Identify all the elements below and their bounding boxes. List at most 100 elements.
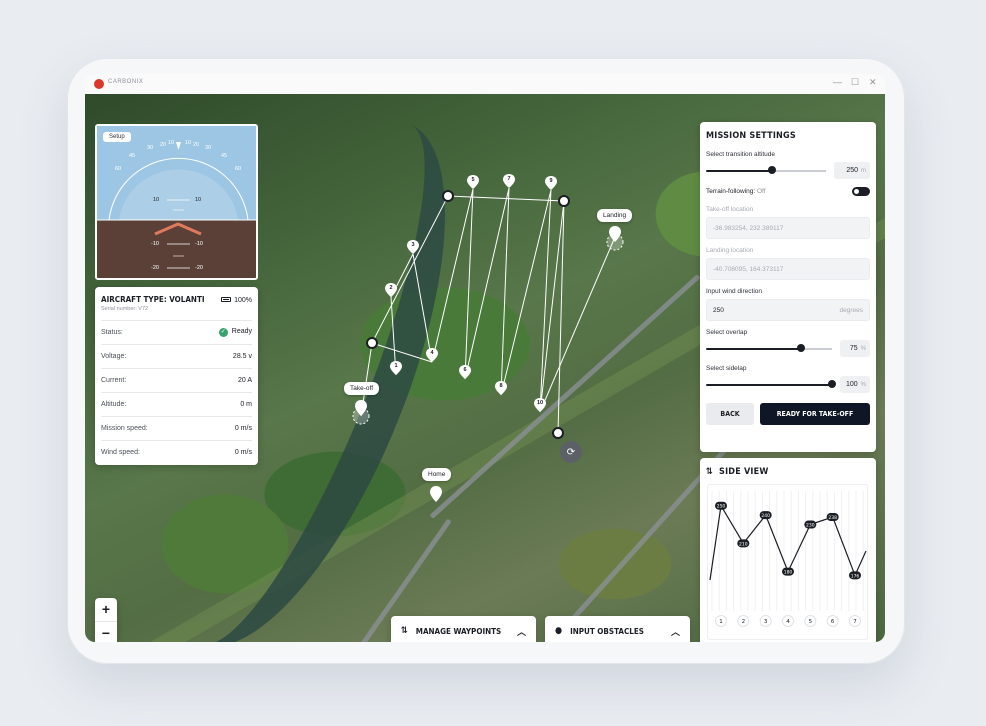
app-logo-icon xyxy=(94,79,104,89)
aircraft-stat-row: Altitude: 0 m xyxy=(101,392,252,416)
landing-location-label: Landing location xyxy=(706,247,754,254)
waypoint-corner[interactable] xyxy=(366,337,378,349)
stat-label: Mission speed: xyxy=(101,425,148,432)
battery-level: 100% xyxy=(234,297,252,304)
roll-tick: 20 xyxy=(193,142,200,148)
window-titlebar: CARBONIX — ☐ ✕ xyxy=(85,74,885,94)
pitch-label: -10 xyxy=(151,241,159,247)
waypoint-pin[interactable]: 4 xyxy=(426,348,438,362)
takeoff-location-field[interactable]: -36.983254, 232.389117 xyxy=(706,217,870,239)
app-screen: CARBONIX — ☐ ✕ ⟳ 1 2 3 4 5 6 7 8 9 10 Ta… xyxy=(85,74,885,642)
sidelap-value[interactable]: 100% xyxy=(840,376,870,393)
overlap-label: Select overlap xyxy=(706,329,748,336)
slider-knob[interactable] xyxy=(796,344,805,352)
altitude-point: 230 xyxy=(804,520,817,529)
takeoff-label: Take-off xyxy=(344,382,380,395)
waypoint-pin[interactable]: 2 xyxy=(385,283,397,297)
landing-label: Landing xyxy=(597,209,633,222)
slider-knob[interactable] xyxy=(828,380,836,388)
terrain-following-label: Terrain-following: xyxy=(706,188,756,195)
aircraft-info-panel: AIRCRAFT TYPE: VOLANTI Serial number: V7… xyxy=(95,287,258,465)
x-tick-label: 7 xyxy=(853,619,857,625)
waypoint-number: 4 xyxy=(430,350,434,356)
x-tick: 6 xyxy=(826,615,839,627)
close-button[interactable]: ✕ xyxy=(869,77,877,88)
input-obstacles-label: INPUT OBSTACLES xyxy=(570,626,644,636)
maximize-button[interactable]: ☐ xyxy=(851,77,859,88)
aircraft-stat-row: Current: 20 A xyxy=(101,368,252,392)
roll-tick: 45 xyxy=(221,153,228,159)
waypoint-number: 9 xyxy=(549,178,553,184)
attitude-indicator: Setup 30 20 10 10 20 30 60 45 45 60 10 1… xyxy=(95,124,258,280)
waypoint-corner[interactable] xyxy=(558,195,570,207)
ready-for-takeoff-button[interactable]: READY FOR TAKE-OFF xyxy=(760,403,870,425)
stat-value: 28.5 v xyxy=(233,353,252,360)
chart-icon: ⇅ xyxy=(706,467,713,477)
transition-altitude-value[interactable]: 250 m xyxy=(834,162,870,179)
roll-tick: 10 xyxy=(168,140,175,146)
stat-value-text: 0 m/s xyxy=(234,449,252,456)
home-pin-icon[interactable] xyxy=(430,486,442,502)
setup-button[interactable]: Setup xyxy=(103,132,131,142)
takeoff-pin-icon[interactable] xyxy=(355,400,367,416)
waypoint-corner[interactable] xyxy=(552,427,564,439)
landing-location-field[interactable]: -40.708095, 164.373117 xyxy=(706,258,870,280)
sidelap-slider[interactable] xyxy=(706,380,836,388)
roll-tick: 30 xyxy=(147,145,154,151)
manage-waypoints-button[interactable]: ⇅ MANAGE WAYPOINTS ︿ xyxy=(391,616,536,642)
waypoint-pin[interactable]: 6 xyxy=(459,365,471,379)
alert-icon: ● xyxy=(555,626,563,636)
wind-direction-label: Input wind direction xyxy=(706,288,763,295)
waypoint-pin[interactable]: 9 xyxy=(545,176,557,190)
x-tick: 4 xyxy=(782,615,794,627)
waypoint-pin[interactable]: 3 xyxy=(407,240,419,254)
stat-label: Altitude: xyxy=(101,401,127,408)
altitude-point-label: 176 xyxy=(851,573,860,579)
waypoint-corner[interactable] xyxy=(442,190,454,202)
x-tick: 3 xyxy=(759,615,772,627)
overlap-slider[interactable] xyxy=(706,344,832,352)
waypoint-pin[interactable]: 7 xyxy=(503,174,515,188)
stat-value-text: 28.5 v xyxy=(232,353,252,360)
x-tick-label: 4 xyxy=(786,619,790,625)
satellite-map[interactable]: ⟳ 1 2 3 4 5 6 7 8 9 10 Take-off Landing Home xyxy=(85,86,885,642)
side-view-chart: 250 210 240 180 230 238 176 1 2 3 4 5 6 7 xyxy=(707,484,868,640)
waypoint-pin[interactable]: 8 xyxy=(495,381,507,395)
route-icon: ⇅ xyxy=(401,626,408,636)
altitude-point-label: 210 xyxy=(739,541,748,547)
pitch-label: -20 xyxy=(195,265,203,271)
slider-knob[interactable] xyxy=(768,166,776,174)
side-view-svg: 250 210 240 180 230 238 176 1 2 3 4 5 6 7 xyxy=(709,491,867,627)
overlap-value[interactable]: 75% xyxy=(840,340,870,357)
waypoint-markers: ⟳ xyxy=(352,190,624,463)
minimize-button[interactable]: — xyxy=(833,77,842,87)
stat-value: 0 m xyxy=(240,401,252,408)
waypoint-pin[interactable]: 5 xyxy=(467,175,479,189)
waypoint-number: 3 xyxy=(411,242,415,248)
zoom-in-button[interactable]: + xyxy=(95,598,117,622)
input-obstacles-button[interactable]: ● INPUT OBSTACLES ︿ xyxy=(545,616,690,642)
waypoint-pin[interactable]: 10 xyxy=(534,398,546,412)
terrain-following-state: Off xyxy=(756,188,766,195)
pitch-label: -20 xyxy=(151,265,159,271)
x-tick: 1 xyxy=(715,615,727,627)
back-button[interactable]: BACK xyxy=(706,403,754,425)
wind-direction-field[interactable]: 250 degrees xyxy=(706,299,870,321)
battery-indicator: 100% xyxy=(221,297,252,304)
waypoint-number: 2 xyxy=(389,285,393,291)
terrain-following-toggle[interactable] xyxy=(852,187,870,196)
mission-settings-title: MISSION SETTINGS xyxy=(706,131,796,141)
stat-value: 20 A xyxy=(238,377,252,384)
chevron-up-icon: ︿ xyxy=(516,627,526,638)
landing-pin-icon[interactable] xyxy=(609,226,621,242)
transition-altitude-slider[interactable] xyxy=(706,166,826,174)
transition-altitude-label: Select transition altitude xyxy=(706,151,776,158)
x-tick: 2 xyxy=(737,615,750,627)
zoom-out-button[interactable]: − xyxy=(95,622,117,642)
aircraft-stat-row: Status: ✓ Ready xyxy=(101,320,252,344)
x-tick: 5 xyxy=(804,615,817,627)
waypoint-pin[interactable]: 1 xyxy=(390,361,402,375)
aircraft-stat-row: Mission speed: 0 m/s xyxy=(101,416,252,440)
terrain-following-row: Terrain-following: Off xyxy=(706,187,870,196)
waypoint-number: 7 xyxy=(507,176,511,182)
